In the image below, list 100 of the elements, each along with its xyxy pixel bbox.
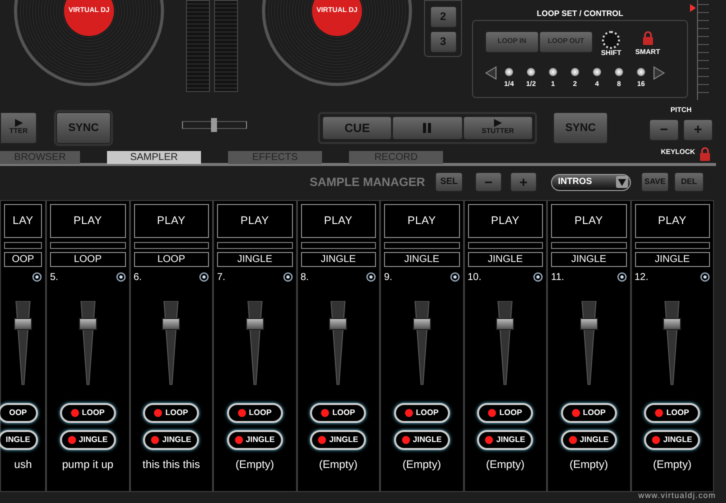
sample-type: JINGLE [217, 252, 292, 267]
slot-number: 6. [134, 270, 142, 284]
loop-button[interactable]: OOP [0, 403, 38, 423]
sample-name: (Empty) [318, 458, 358, 473]
right-triangle-icon[interactable] [653, 66, 665, 80]
jingle-button[interactable]: JINGLE [143, 430, 200, 450]
indicator-light-icon [655, 409, 664, 417]
indicator-light-icon [404, 409, 413, 417]
pause-icon [422, 123, 432, 133]
sample-name: this this this [142, 458, 201, 473]
fader-handle[interactable] [14, 318, 32, 330]
loop-size-button[interactable] [636, 66, 646, 76]
jingle-button[interactable]: JINGLE [644, 430, 700, 450]
indicator-light-icon [234, 436, 243, 444]
fader-handle[interactable] [329, 318, 348, 330]
indicator-light-icon [68, 436, 76, 444]
loop-size-button[interactable] [592, 66, 602, 76]
dropdown-arrow-icon[interactable] [616, 176, 628, 188]
loop-size-button[interactable] [614, 66, 624, 76]
target-icon[interactable] [700, 272, 710, 282]
sample-type: JINGLE [634, 252, 710, 267]
loop-size-button[interactable] [504, 66, 514, 76]
play-icon [494, 118, 502, 127]
sample-type: LOOP [50, 252, 126, 267]
loop-button[interactable]: LOOP [60, 403, 116, 423]
loop-button[interactable]: LOOP [310, 403, 366, 423]
fader-handle[interactable] [580, 318, 598, 330]
pitch-marker-icon[interactable] [690, 4, 696, 12]
knob-icon[interactable] [602, 31, 620, 49]
lock-icon[interactable] [699, 146, 712, 160]
jingle-button[interactable]: JINGLE [394, 430, 450, 450]
fader-handle[interactable] [246, 318, 264, 330]
play-button[interactable]: PLAY [551, 204, 626, 238]
indicator-light-icon [652, 436, 660, 444]
tab[interactable]: SAMPLER [107, 151, 201, 164]
jingle-button[interactable]: JINGLE [226, 430, 283, 450]
target-icon[interactable] [282, 272, 292, 282]
loop-button[interactable]: LOOP [226, 403, 283, 423]
fader-handle[interactable] [412, 318, 431, 330]
play-button[interactable]: PLAY [384, 204, 460, 238]
loop-button[interactable]: LOOP [143, 403, 200, 423]
crossfader[interactable] [182, 121, 247, 129]
jingle-button[interactable]: INGLE [0, 430, 38, 450]
jingle-button[interactable]: JINGLE [310, 430, 366, 450]
sample-name: (Empty) [652, 458, 692, 473]
play-button[interactable]: PLAY [468, 204, 543, 238]
sample-name: (Empty) [234, 458, 275, 473]
crossfader-handle[interactable] [211, 118, 217, 132]
target-icon[interactable] [616, 272, 626, 282]
lock-icon[interactable] [642, 31, 654, 45]
slot-number: 9. [384, 270, 392, 284]
target-icon[interactable] [450, 272, 460, 282]
indicator-light-icon [151, 436, 160, 444]
target-icon[interactable] [199, 272, 209, 282]
play-button[interactable]: PLAY [134, 204, 209, 238]
fader-handle[interactable] [78, 318, 97, 330]
fader-handle[interactable] [162, 318, 180, 330]
sample-type: JINGLE [468, 252, 543, 267]
play-button[interactable]: PLAY [300, 204, 376, 238]
slot-number: 5. [50, 270, 58, 284]
target-icon[interactable] [116, 272, 126, 282]
loop-button[interactable]: LOOP [394, 403, 450, 423]
indicator-light-icon [154, 409, 162, 417]
footer-url[interactable]: www.virtualdj.com [638, 492, 716, 500]
sample-name: (Empty) [485, 458, 526, 473]
target-icon[interactable] [32, 272, 42, 282]
slot-number: 8. [300, 270, 309, 284]
sample-type: JINGLE [300, 252, 376, 267]
loop-button[interactable]: LOOP [560, 403, 617, 423]
loop-size-button[interactable] [526, 66, 536, 76]
bank-dropdown[interactable]: INTROS [551, 174, 631, 190]
play-button[interactable]: PLAY [634, 204, 710, 238]
play-button[interactable]: LAY [4, 204, 42, 238]
indicator-light-icon [488, 409, 496, 417]
fader-handle[interactable] [663, 318, 682, 330]
jingle-button[interactable]: JINGLE [477, 430, 534, 450]
jingle-button[interactable]: JINGLE [60, 430, 116, 450]
target-icon[interactable] [366, 272, 376, 282]
indicator-light-icon [568, 436, 577, 444]
loop-size-button[interactable] [570, 66, 580, 76]
slot-number: 11. [551, 270, 564, 284]
pitch-slider[interactable] [690, 0, 709, 100]
left-triangle-icon[interactable] [485, 66, 497, 80]
pause-button[interactable] [392, 116, 463, 140]
target-icon[interactable] [533, 272, 543, 282]
waveform-display [4, 242, 42, 249]
indicator-light-icon [402, 436, 410, 444]
sample-type: JINGLE [551, 252, 626, 267]
sample-manager-title: SAMPLE MANAGER [310, 174, 425, 191]
indicator-light-icon [318, 436, 326, 444]
sample-name: pump it up [61, 458, 114, 473]
loop-size-button[interactable] [548, 66, 558, 76]
play-button[interactable]: PLAY [217, 204, 292, 238]
jingle-button[interactable]: JINGLE [560, 430, 617, 450]
fader-handle[interactable] [496, 318, 514, 330]
indicator-light-icon [572, 409, 580, 417]
loop-button[interactable]: LOOP [477, 403, 534, 423]
play-button[interactable]: PLAY [50, 204, 126, 238]
loop-button[interactable]: LOOP [644, 403, 700, 423]
slot-number: 10. [468, 270, 482, 284]
